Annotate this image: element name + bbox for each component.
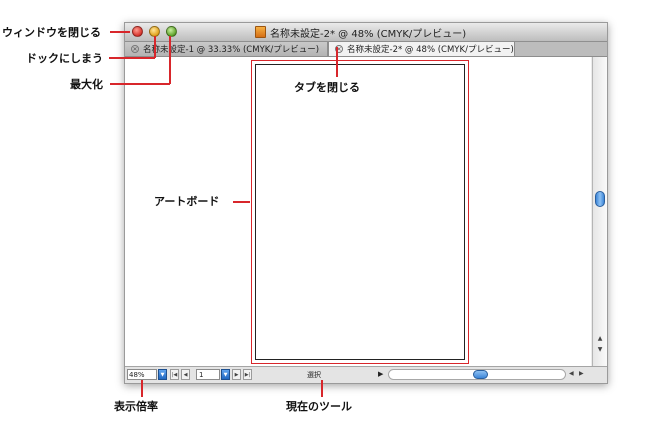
window-title-group: 名称未設定-2* @ 48% (CMYK/プレビュー) <box>255 25 467 40</box>
status-menu-arrow-icon[interactable]: ▶ <box>378 370 383 378</box>
scroll-left-arrow-icon[interactable]: ◀ <box>569 370 574 377</box>
annotation-line <box>109 57 155 59</box>
annotation-line <box>233 201 250 203</box>
previous-artboard-icon[interactable]: ◀ <box>181 369 190 380</box>
scroll-up-arrow-icon[interactable]: ▲ <box>593 333 607 344</box>
annotation-line <box>321 380 323 397</box>
annotation-line <box>141 380 143 397</box>
status-bar: 48% ▼ |◀ ◀ 1 ▼ ▶ ▶| 選択 ▶ ◀ ▶ <box>125 366 607 383</box>
annotation-close-tab: タブを閉じる <box>294 81 360 94</box>
annotation-zoom-level: 表示倍率 <box>114 400 158 413</box>
document-canvas[interactable] <box>125 57 591 366</box>
vertical-scroll-thumb[interactable] <box>595 191 605 207</box>
zoom-field[interactable]: 48% <box>127 369 157 380</box>
annotation-line <box>110 31 130 33</box>
current-tool-label: 選択 <box>307 371 321 379</box>
last-artboard-icon[interactable]: ▶| <box>243 369 252 380</box>
annotation-maximize: 最大化 <box>70 78 103 91</box>
artboard-page <box>255 64 465 360</box>
title-bar[interactable]: 名称未設定-2* @ 48% (CMYK/プレビュー) <box>125 23 607 42</box>
annotation-artboard: アートボード <box>154 195 220 208</box>
annotation-close-window: ウィンドウを閉じる <box>2 26 101 39</box>
artboard-dropdown-icon[interactable]: ▼ <box>221 369 230 380</box>
horizontal-scroll-thumb[interactable] <box>473 370 488 379</box>
tab-label: 名称未設定-2* @ 48% (CMYK/プレビュー) <box>347 45 514 55</box>
next-artboard-icon[interactable]: ▶ <box>232 369 241 380</box>
horizontal-scrollbar[interactable] <box>388 369 566 380</box>
tab-document-2[interactable]: ✕ 名称未設定-2* @ 48% (CMYK/プレビュー) <box>328 42 515 56</box>
annotation-dock: ドックにしまう <box>26 52 103 65</box>
first-artboard-icon[interactable]: |◀ <box>170 369 179 380</box>
annotation-line <box>169 36 171 84</box>
annotation-line <box>336 47 338 77</box>
artboard[interactable] <box>251 60 469 364</box>
scroll-down-arrow-icon[interactable]: ▼ <box>593 344 607 355</box>
document-icon <box>255 26 266 38</box>
close-window-button[interactable] <box>132 26 143 37</box>
window-title: 名称未設定-2* @ 48% (CMYK/プレビュー) <box>270 28 467 40</box>
zoom-dropdown-icon[interactable]: ▼ <box>158 369 167 380</box>
vertical-scrollbar[interactable]: ▲ ▼ <box>592 57 607 366</box>
scroll-right-arrow-icon[interactable]: ▶ <box>579 370 584 377</box>
tab-close-icon[interactable]: ✕ <box>131 45 139 53</box>
annotation-line <box>154 36 156 58</box>
document-tab-bar: ✕ 名称未設定-1 @ 33.33% (CMYK/プレビュー) ✕ 名称未設定-… <box>125 42 607 57</box>
annotation-line <box>110 83 170 85</box>
artboard-number-field[interactable]: 1 <box>196 369 220 380</box>
maximize-window-button[interactable] <box>166 26 177 37</box>
annotation-current-tool: 現在のツール <box>286 400 352 413</box>
